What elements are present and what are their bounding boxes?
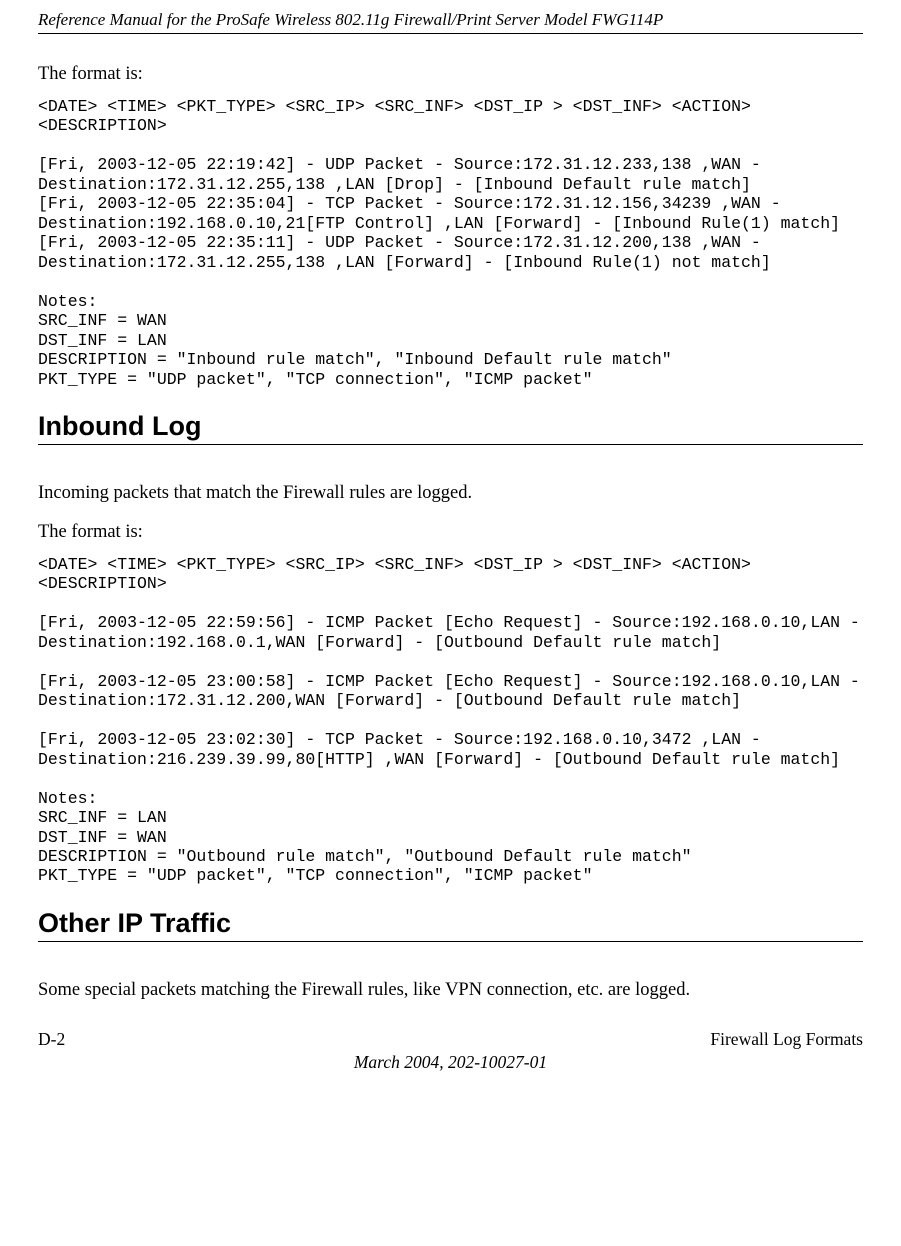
spacer (38, 445, 863, 467)
inbound-intro: Incoming packets that match the Firewall… (38, 481, 863, 506)
footer-section-title: Firewall Log Formats (710, 1029, 863, 1050)
log-block-2: <DATE> <TIME> <PKT_TYPE> <SRC_IP> <SRC_I… (38, 555, 863, 886)
footer-page-number: D-2 (38, 1029, 65, 1050)
footer-row: D-2 Firewall Log Formats (38, 1029, 863, 1050)
heading-inbound-log: Inbound Log (38, 411, 863, 445)
spacer (38, 942, 863, 964)
footer-date-doc: March 2004, 202-10027-01 (38, 1052, 863, 1073)
running-header: Reference Manual for the ProSafe Wireles… (38, 10, 863, 34)
heading-other-ip-traffic: Other IP Traffic (38, 908, 863, 942)
page-container: Reference Manual for the ProSafe Wireles… (0, 0, 901, 1103)
page-footer: D-2 Firewall Log Formats March 2004, 202… (38, 1029, 863, 1073)
log-block-1: <DATE> <TIME> <PKT_TYPE> <SRC_IP> <SRC_I… (38, 97, 863, 389)
format-label-1: The format is: (38, 62, 863, 87)
other-intro: Some special packets matching the Firewa… (38, 978, 863, 1003)
format-label-2: The format is: (38, 520, 863, 545)
